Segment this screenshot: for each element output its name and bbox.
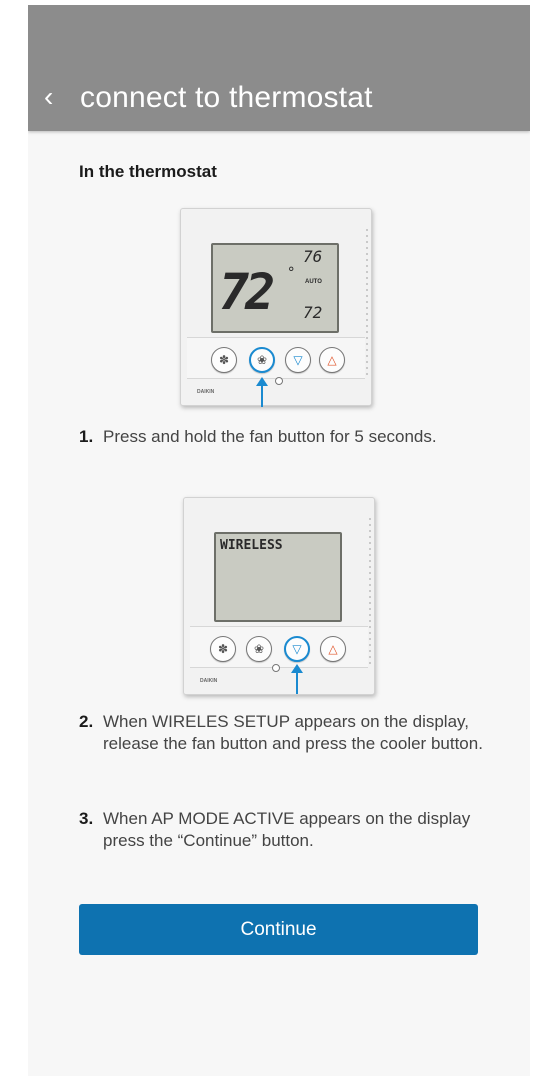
arrow-down-icon: ▽ <box>285 347 311 373</box>
lcd-display: 72 ° 76 AUTO 72 <box>211 243 339 333</box>
section-heading: In the thermostat <box>79 162 217 181</box>
brand-logo: DAIKIN <box>197 389 215 395</box>
step-number: 2. <box>79 712 94 731</box>
pointer-arrow-head <box>291 664 303 673</box>
status-led <box>272 664 280 672</box>
step-number: 3. <box>79 809 94 828</box>
display-text: WIRELESS <box>220 538 283 553</box>
arrow-up-icon: △ <box>320 636 346 662</box>
vent-slots <box>366 229 368 379</box>
pointer-arrow-head <box>256 377 268 386</box>
fan-icon: ❀ <box>249 347 275 373</box>
step-text: Press and hold the fan button for 5 seco… <box>103 427 437 446</box>
brand-logo: DAIKIN <box>200 678 218 684</box>
fan-icon: ❀ <box>246 636 272 662</box>
arrow-down-icon: ▽ <box>284 636 310 662</box>
vent-slots <box>369 518 371 668</box>
step-text: When AP MODE ACTIVE appears on the displ… <box>103 809 471 850</box>
water-drop-icon: ✽ <box>210 636 236 662</box>
lcd-display: WIRELESS <box>214 532 342 622</box>
pointer-arrow <box>261 385 263 407</box>
degree-symbol: ° <box>287 265 296 281</box>
status-led <box>275 377 283 385</box>
top-app-bar: ‹ connect to thermostat <box>28 5 530 131</box>
set-temperature-low: 72 <box>303 303 323 322</box>
page-title: connect to thermostat <box>80 81 373 114</box>
set-temperature-high: 76 <box>303 247 323 266</box>
step-text: When WIRELES SETUP appears on the displa… <box>103 712 483 753</box>
water-drop-icon: ✽ <box>211 347 237 373</box>
thermostat-image-cooler: WIRELESS ✽ ❀ ▽ △ DAIKIN <box>183 497 375 695</box>
arrow-up-icon: △ <box>319 347 345 373</box>
step-number: 1. <box>79 427 94 446</box>
mode-label: AUTO <box>305 279 322 285</box>
chevron-left-icon[interactable]: ‹ <box>44 83 66 113</box>
current-temperature: 72 <box>219 263 275 321</box>
pointer-arrow <box>296 672 298 694</box>
continue-button[interactable]: Continue <box>79 904 478 955</box>
app-screen: ‹ connect to thermostat In the thermosta… <box>28 5 530 1076</box>
thermostat-image-fan: 72 ° 76 AUTO 72 ✽ ❀ ▽ △ DAIKIN <box>180 208 372 407</box>
